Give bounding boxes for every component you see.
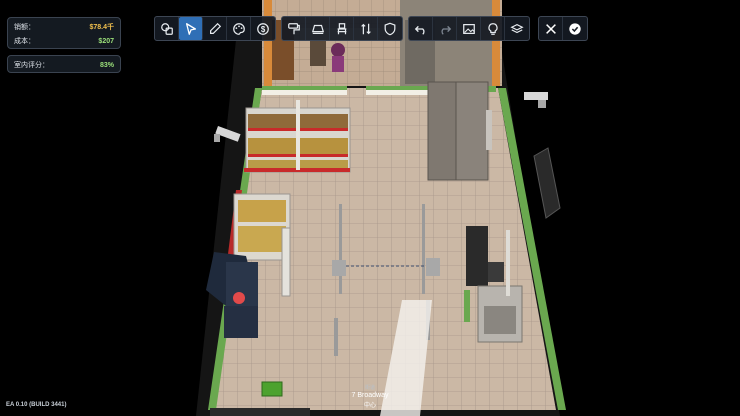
palette-button[interactable] (227, 17, 251, 40)
paint-roller-icon (287, 22, 300, 34)
toolbar-group-build (281, 16, 403, 41)
layers-icon (160, 22, 173, 35)
conveyor-button[interactable] (306, 17, 330, 40)
layers-button[interactable] (155, 17, 179, 40)
rating-row: 室内评分： 83% (8, 58, 120, 72)
eyedropper-button[interactable] (203, 17, 227, 40)
floor-icon (510, 23, 524, 33)
palette-icon (232, 22, 245, 35)
location-small: 街道 (364, 385, 375, 391)
undo-icon (414, 25, 425, 35)
rating-value: 83% (99, 61, 114, 69)
sales-value: $78.4千 (89, 24, 114, 31)
close-icon (545, 23, 556, 34)
lighting-button[interactable] (481, 17, 505, 40)
rating-label: 室内评分： (14, 62, 49, 69)
sales-label: 销额： (14, 24, 35, 31)
move-button[interactable] (354, 17, 378, 40)
money-panel: 销额： $78.4千 成本： $207 (7, 17, 121, 49)
chair-icon (337, 22, 346, 34)
redo-icon (440, 25, 451, 35)
location-name: 7 Broadway (351, 392, 389, 399)
pointer-icon (185, 22, 196, 35)
furniture-button[interactable] (330, 17, 354, 40)
eyedropper-icon (209, 22, 221, 34)
sales-row: 销额： $78.4千 (8, 20, 120, 34)
paint-roller-button[interactable] (282, 17, 306, 40)
security-button[interactable] (378, 17, 402, 40)
cancel-button[interactable] (539, 17, 563, 40)
undo-button[interactable] (409, 17, 433, 40)
build-version: EA 0.10 (BUILD 3441) (6, 402, 67, 408)
image-icon (462, 23, 475, 34)
floor-button[interactable] (505, 17, 529, 40)
arrows-icon (360, 23, 371, 34)
rating-panel: 室内评分： 83% (7, 55, 121, 73)
toolbar-group-confirm (538, 16, 588, 41)
select-tool-button[interactable] (179, 17, 203, 40)
location-label: 街道 7 Broadway 中心 (340, 384, 400, 409)
redo-button[interactable] (433, 17, 457, 40)
svg-text:$: $ (261, 25, 266, 34)
confirm-button[interactable] (563, 17, 587, 40)
location-sub: 中心 (363, 403, 376, 409)
dollar-icon: $ (257, 22, 269, 35)
toolbar-group-edit (408, 16, 530, 41)
toolbar-group-tools: $ (154, 16, 276, 41)
cost-value: $207 (98, 37, 114, 45)
shield-icon (384, 22, 396, 35)
price-button[interactable]: $ (251, 17, 275, 40)
lightbulb-icon (487, 22, 498, 35)
confirm-icon (569, 22, 581, 35)
cost-row: 成本： $207 (8, 34, 120, 48)
screenshot-button[interactable] (457, 17, 481, 40)
cost-label: 成本： (14, 38, 35, 45)
conveyor-icon (311, 24, 324, 34)
